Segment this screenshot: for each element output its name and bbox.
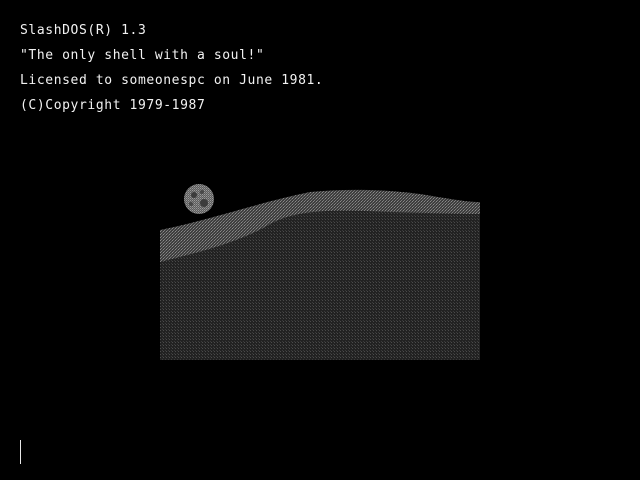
- moon-icon: [184, 184, 214, 214]
- license-line: Licensed to someonespc on June 1981.: [20, 73, 324, 88]
- text-cursor[interactable]: [20, 440, 21, 464]
- copyright-line: (C)Copyright 1979-1987: [20, 98, 206, 113]
- os-version-line: SlashDOS(R) 1.3: [20, 23, 147, 38]
- dos-screen: SlashDOS(R) 1.3 "The only shell with a s…: [0, 0, 640, 480]
- splash-image: [160, 180, 480, 360]
- tagline-line: "The only shell with a soul!": [20, 48, 265, 63]
